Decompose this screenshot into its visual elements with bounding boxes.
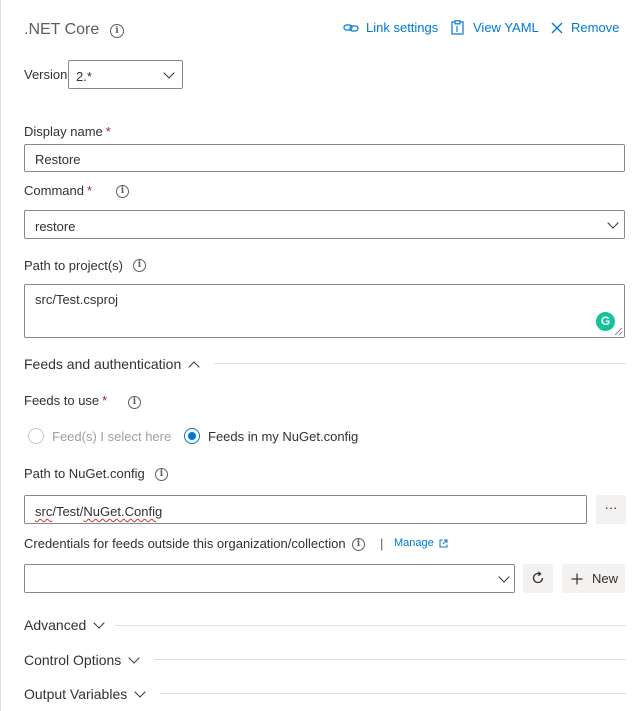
clipboard-icon [451,20,464,35]
chevron-down-icon [134,686,146,698]
chevron-down-icon [93,617,105,629]
advanced-title: Advanced [24,617,87,633]
path-to-projects-value: src/Test.csproj [35,292,119,307]
section-divider [214,363,626,364]
plus-icon [571,573,583,584]
feeds-section-title: Feeds and authentication [24,356,182,372]
refresh-icon [532,571,544,584]
credentials-dropdown[interactable] [24,564,515,593]
path-to-projects-label: Path to project(s) [24,258,123,273]
refresh-button[interactable] [523,564,553,593]
browse-button[interactable]: ··· [596,495,626,524]
command-dropdown[interactable]: restore [24,210,625,239]
new-label: New [592,571,619,586]
nuget-config-value: src/Test/NuGet.Config [35,504,163,519]
chevron-down-icon [128,652,140,664]
chevron-down-icon [607,217,619,229]
remove-label: Remove [571,20,620,35]
link-settings-label: Link settings [366,20,439,35]
version-value: 2.* [76,69,92,84]
manage-label: Manage [394,537,434,549]
resize-handle-icon[interactable] [614,327,623,336]
task-title: .NET Core [24,21,100,38]
version-dropdown[interactable]: 2.* [68,60,183,89]
radio-circle-selected [184,428,200,444]
new-service-connection-button[interactable]: New [562,564,625,593]
nuget-config-input[interactable]: src/Test/NuGet.Config [24,495,587,524]
command-value: restore [35,219,76,234]
feeds-section-header[interactable]: Feeds and authentication [24,356,200,373]
grammarly-icon[interactable]: G [596,312,615,331]
command-label: Command * [24,183,93,198]
control-options-title: Control Options [24,652,122,668]
version-label: Version [24,67,68,82]
display-name-input[interactable]: Restore [24,144,625,172]
radio-feeds-select-here[interactable]: Feed(s) I select here [28,428,171,444]
output-variables-title: Output Variables [24,686,128,702]
info-icon[interactable]: i [128,396,141,409]
credentials-label: Credentials for feeds outside this organ… [24,536,346,551]
path-to-projects-textarea[interactable]: src/Test.csproj G [24,284,625,338]
info-icon[interactable]: i [133,259,146,272]
manage-link[interactable]: Manage [394,537,448,549]
section-divider [115,625,626,626]
info-icon[interactable]: i [110,24,124,38]
panel-left-border [0,0,1,711]
control-options-section-header[interactable]: Control Options [24,652,140,668]
display-name-value: Restore [35,152,81,167]
advanced-section-header[interactable]: Advanced [24,617,105,633]
info-icon[interactable]: i [155,468,168,481]
nuget-config-label: Path to NuGet.config [24,466,145,481]
close-icon [551,22,563,33]
chevron-up-icon [188,360,200,373]
display-name-label: Display name * [24,124,111,139]
view-yaml-label: View YAML [473,20,539,35]
section-divider [160,693,626,694]
chevron-down-icon [163,67,175,79]
external-link-icon [439,539,448,547]
link-settings-button[interactable]: Link settings [343,20,438,35]
info-icon[interactable]: i [352,538,365,551]
radio-circle [28,428,44,444]
chevron-down-icon [498,571,510,583]
section-divider [154,659,626,660]
view-yaml-button[interactable]: View YAML [451,20,539,35]
info-icon[interactable]: i [116,185,129,198]
feeds-to-use-label: Feeds to use * [24,393,108,408]
remove-button[interactable]: Remove [551,20,619,35]
output-variables-section-header[interactable]: Output Variables [24,686,146,702]
radio-label: Feeds in my NuGet.config [208,428,359,444]
link-icon [343,23,359,32]
radio-label: Feed(s) I select here [52,428,172,444]
radio-feeds-nuget-config[interactable]: Feeds in my NuGet.config [184,428,358,444]
separator: | [380,536,384,551]
